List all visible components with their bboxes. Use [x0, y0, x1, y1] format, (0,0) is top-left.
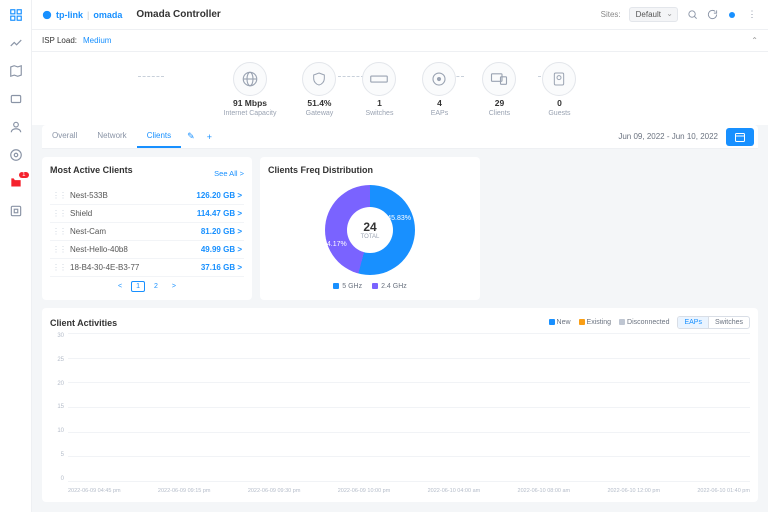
freq-legend: 5 GHz 2.4 GHz: [333, 283, 407, 290]
client-name: Shield: [70, 209, 92, 218]
edit-icon[interactable]: ✎: [181, 131, 201, 142]
left-nav: [0, 0, 32, 512]
topo-guests[interactable]: 0 Guests: [542, 62, 576, 117]
drag-icon: ⋮⋮: [52, 209, 66, 218]
more-icon[interactable]: ⋮: [746, 9, 758, 21]
tabs: Overall Network Clients ✎ + Jun 09, 2022…: [42, 125, 758, 149]
client-row[interactable]: ⋮⋮ Nest-533B 126.20 GB >: [50, 187, 244, 205]
donut-total-label: TOTAL: [361, 234, 380, 240]
client-traffic: 114.47 GB >: [197, 209, 242, 218]
drag-icon: ⋮⋮: [52, 227, 66, 236]
client-name: Nest-533B: [70, 191, 108, 200]
topology-strip: 91 Mbps Internet Capacity 51.4% Gateway …: [32, 52, 768, 125]
isp-value[interactable]: Medium: [83, 36, 111, 45]
client-name: 18-B4-30-4E-B3-77: [70, 263, 139, 272]
client-row[interactable]: ⋮⋮ 18-B4-30-4E-B3-77 37.16 GB >: [50, 259, 244, 277]
brand-a: tp-link: [56, 10, 83, 20]
nav-settings-icon[interactable]: [9, 204, 23, 218]
tab-overall[interactable]: Overall: [42, 125, 87, 148]
pager-prev[interactable]: <: [113, 281, 127, 292]
activities-title: Client Activities: [50, 318, 117, 328]
status-dot-icon[interactable]: [726, 9, 738, 21]
client-traffic: 49.99 GB >: [201, 245, 242, 254]
pager: < 1 2 >: [50, 281, 244, 292]
client-traffic: 126.20 GB >: [196, 191, 242, 200]
nav-insight-icon[interactable]: [9, 148, 23, 162]
client-row[interactable]: ⋮⋮ Nest-Hello-40b8 49.99 GB >: [50, 241, 244, 259]
nav-statistics-icon[interactable]: [9, 36, 23, 50]
topbar: tp-link | omada Omada Controller Sites: …: [32, 0, 768, 30]
topo-eaps[interactable]: 4 EAPs: [422, 62, 456, 117]
brand-logo: tp-link | omada: [42, 10, 122, 20]
nav-clients-icon[interactable]: [9, 120, 23, 134]
topo-switches[interactable]: 1 Switches: [362, 62, 396, 117]
freq-title: Clients Freq Distribution: [268, 165, 373, 175]
isp-load-bar: ISP Load: Medium ⌃: [32, 30, 768, 52]
pager-1[interactable]: 1: [131, 281, 145, 292]
drag-icon: ⋮⋮: [52, 245, 66, 254]
nav-log-icon[interactable]: [9, 176, 23, 190]
topo-gateway[interactable]: 51.4% Gateway: [302, 62, 336, 117]
toggle-eaps[interactable]: EAPs: [678, 317, 709, 328]
activities-chart: 302520151050 2022-06-09 04:45 pm2022-06-…: [50, 333, 750, 494]
tab-network[interactable]: Network: [87, 125, 136, 148]
isp-label: ISP Load:: [42, 36, 77, 45]
pager-next[interactable]: >: [167, 281, 181, 292]
client-traffic: 37.16 GB >: [201, 263, 242, 272]
donut-total: 24: [363, 220, 376, 234]
tab-clients[interactable]: Clients: [137, 125, 181, 148]
client-traffic: 81.20 GB >: [201, 227, 242, 236]
activities-legend: New Existing Disconnected EAPs Switches: [549, 316, 750, 329]
topo-internet[interactable]: 91 Mbps Internet Capacity: [224, 62, 277, 117]
date-range: Jun 09, 2022 - Jun 10, 2022: [618, 132, 726, 141]
collapse-icon[interactable]: ⌃: [751, 36, 758, 45]
refresh-icon[interactable]: [706, 9, 718, 21]
site-select[interactable]: Default: [629, 7, 678, 22]
client-name: Nest-Cam: [70, 227, 106, 236]
nav-dashboard-icon[interactable]: [9, 8, 23, 22]
see-all-link[interactable]: See All >: [214, 169, 244, 178]
calendar-button[interactable]: [726, 128, 754, 146]
client-name: Nest-Hello-40b8: [70, 245, 128, 254]
most-active-title: Most Active Clients: [50, 165, 133, 175]
freq-panel: Clients Freq Distribution 24 TOTAL 45.83…: [260, 157, 480, 300]
add-icon[interactable]: +: [201, 132, 218, 142]
toggle-switches[interactable]: Switches: [709, 317, 749, 328]
most-active-panel: Most Active Clients See All > ⋮⋮ Nest-533…: [42, 157, 252, 300]
drag-icon: ⋮⋮: [52, 191, 66, 200]
topo-clients[interactable]: 29 Clients: [482, 62, 516, 117]
search-icon[interactable]: [686, 9, 698, 21]
donut-pct-a: 54.17%: [323, 241, 347, 248]
activities-panel: Client Activities New Existing Disconnec…: [42, 308, 758, 502]
scope-toggle[interactable]: EAPs Switches: [677, 316, 750, 329]
donut-chart: 24 TOTAL 45.83% 54.17%: [325, 185, 415, 275]
brand-b: omada: [93, 10, 122, 20]
page-title: Omada Controller: [136, 9, 220, 20]
pager-2[interactable]: 2: [149, 281, 163, 292]
nav-devices-icon[interactable]: [9, 92, 23, 106]
sites-label: Sites:: [601, 10, 621, 19]
nav-map-icon[interactable]: [9, 64, 23, 78]
client-row[interactable]: ⋮⋮ Shield 114.47 GB >: [50, 205, 244, 223]
donut-pct-b: 45.83%: [387, 215, 411, 222]
drag-icon: ⋮⋮: [52, 263, 66, 272]
client-row[interactable]: ⋮⋮ Nest-Cam 81.20 GB >: [50, 223, 244, 241]
